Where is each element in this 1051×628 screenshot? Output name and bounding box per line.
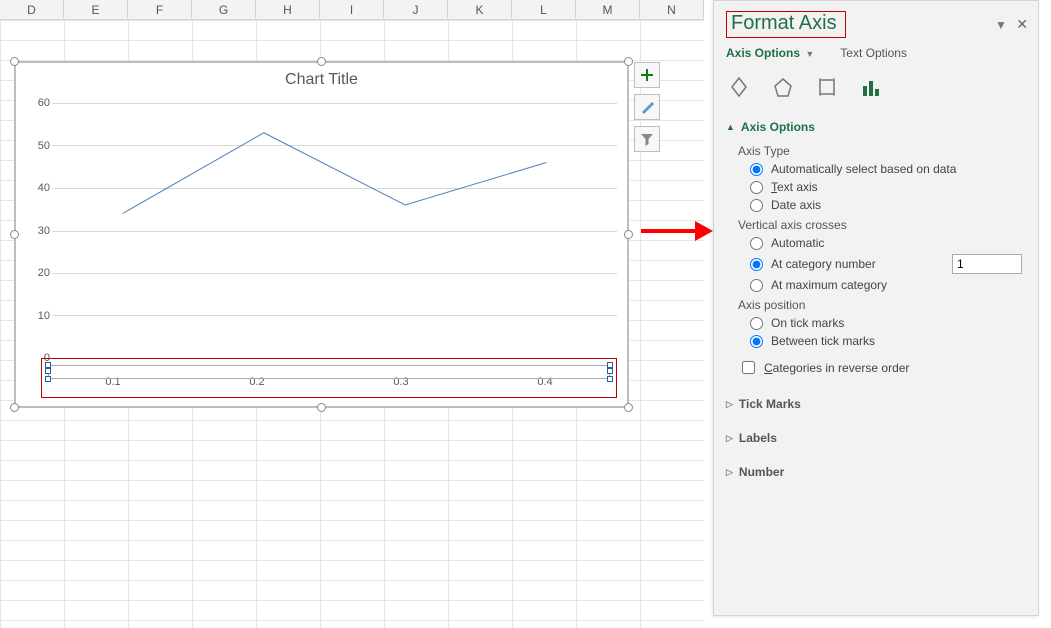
selection-handle[interactable] (317, 57, 326, 66)
axis-handle[interactable] (607, 376, 613, 382)
radio-label[interactable]: At category number (771, 257, 876, 271)
y-tick: 50 (22, 140, 50, 152)
tab-text-options[interactable]: Text Options (840, 46, 907, 60)
y-tick: 30 (22, 225, 50, 237)
radio-axis-type-auto[interactable] (750, 163, 763, 176)
section-label: Labels (739, 431, 777, 445)
dropdown-icon[interactable]: ▼ (805, 49, 814, 59)
section-label: Axis Options (741, 120, 815, 134)
format-axis-pane[interactable]: Format Axis ▼ ✕ Axis Options ▼ Text Opti… (713, 0, 1039, 616)
triangle-right-icon: ▷ (726, 433, 733, 444)
tab-axis-options[interactable]: Axis Options ▼ (726, 46, 814, 60)
triangle-down-icon: ▲ (726, 122, 735, 132)
chart-series-line[interactable] (52, 103, 617, 358)
col-header-f[interactable]: F (128, 0, 192, 19)
annotation-arrow (641, 224, 713, 238)
col-header-m[interactable]: M (576, 0, 640, 19)
section-label: Number (739, 465, 784, 479)
x-axis-selection-highlight (41, 358, 617, 398)
section-tick-marks[interactable]: ▷ Tick Marks (726, 393, 1026, 415)
selection-handle[interactable] (10, 403, 19, 412)
brush-icon (640, 100, 654, 114)
chart-styles-button[interactable] (634, 94, 660, 120)
pane-category-icons (714, 66, 1038, 110)
chart-filter-button[interactable] (634, 126, 660, 152)
subhead-vertical-crosses: Vertical axis crosses (738, 218, 1026, 232)
size-properties-icon[interactable] (814, 72, 840, 98)
pane-options-dropdown-icon[interactable]: ▼ (995, 18, 1007, 32)
y-tick: 10 (22, 310, 50, 322)
col-header-e[interactable]: E (64, 0, 128, 19)
selection-handle[interactable] (317, 403, 326, 412)
radio-label[interactable]: On tick marks (771, 316, 844, 330)
col-header-d[interactable]: D (0, 0, 64, 19)
radio-on-tick-marks[interactable] (750, 317, 763, 330)
radio-label[interactable]: Date axis (771, 198, 821, 212)
col-header-k[interactable]: K (448, 0, 512, 19)
pane-title-highlight: Format Axis (726, 11, 846, 38)
col-header-l[interactable]: L (512, 0, 576, 19)
radio-label[interactable]: Text axis (771, 180, 818, 194)
axis-handle[interactable] (45, 376, 51, 382)
col-header-i[interactable]: I (320, 0, 384, 19)
axis-handle[interactable] (45, 368, 51, 374)
radio-crosses-automatic[interactable] (750, 237, 763, 250)
selection-handle[interactable] (10, 57, 19, 66)
axis-options-icon[interactable] (858, 72, 884, 98)
radio-crosses-at-max[interactable] (750, 279, 763, 292)
input-at-category-number[interactable] (952, 254, 1022, 274)
column-headers: D E F G H I J K L M N (0, 0, 704, 20)
section-number[interactable]: ▷ Number (726, 461, 1026, 483)
effects-icon[interactable] (770, 72, 796, 98)
radio-axis-type-date[interactable] (750, 199, 763, 212)
pane-title: Format Axis (731, 12, 837, 34)
radio-label[interactable]: At maximum category (771, 278, 887, 292)
chart-y-axis[interactable]: 60 50 40 30 20 10 0 (22, 103, 50, 358)
axis-handle[interactable] (607, 368, 613, 374)
chart-object[interactable]: Chart Title 60 50 40 30 20 10 0 0.1 0.2 … (15, 62, 628, 407)
checkbox-label[interactable]: Categories in reverse order (764, 361, 909, 375)
col-header-h[interactable]: H (256, 0, 320, 19)
col-header-n[interactable]: N (640, 0, 704, 19)
radio-axis-type-text[interactable] (750, 181, 763, 194)
selection-handle[interactable] (624, 403, 633, 412)
fill-line-icon[interactable] (726, 72, 752, 98)
tab-label: Axis Options (726, 46, 800, 60)
subhead-axis-position: Axis position (738, 298, 1026, 312)
chart-floating-buttons (634, 62, 660, 152)
radio-label[interactable]: Automatically select based on data (771, 162, 956, 176)
y-tick: 40 (22, 182, 50, 194)
radio-label[interactable]: Automatic (771, 236, 824, 250)
chart-title[interactable]: Chart Title (16, 71, 627, 97)
section-axis-options[interactable]: ▲ Axis Options (726, 116, 1026, 138)
radio-label[interactable]: Between tick marks (771, 334, 875, 348)
selection-handle[interactable] (624, 57, 633, 66)
selection-handle[interactable] (10, 230, 19, 239)
chart-elements-button[interactable] (634, 62, 660, 88)
section-label: Tick Marks (739, 397, 801, 411)
triangle-right-icon: ▷ (726, 467, 733, 478)
triangle-right-icon: ▷ (726, 399, 733, 410)
section-labels[interactable]: ▷ Labels (726, 427, 1026, 449)
funnel-icon (640, 132, 654, 146)
col-header-g[interactable]: G (192, 0, 256, 19)
subhead-axis-type: Axis Type (738, 144, 1026, 158)
chart-plot-area[interactable] (52, 103, 617, 358)
radio-crosses-at-category[interactable] (750, 258, 763, 271)
checkbox-reverse-order[interactable] (742, 361, 755, 374)
pane-close-button[interactable]: ✕ (1016, 16, 1028, 32)
y-tick: 60 (22, 97, 50, 109)
selection-handle[interactable] (624, 230, 633, 239)
plus-icon (640, 68, 654, 82)
y-tick: 20 (22, 267, 50, 279)
x-axis-selected[interactable] (48, 365, 610, 379)
radio-between-tick-marks[interactable] (750, 335, 763, 348)
col-header-j[interactable]: J (384, 0, 448, 19)
